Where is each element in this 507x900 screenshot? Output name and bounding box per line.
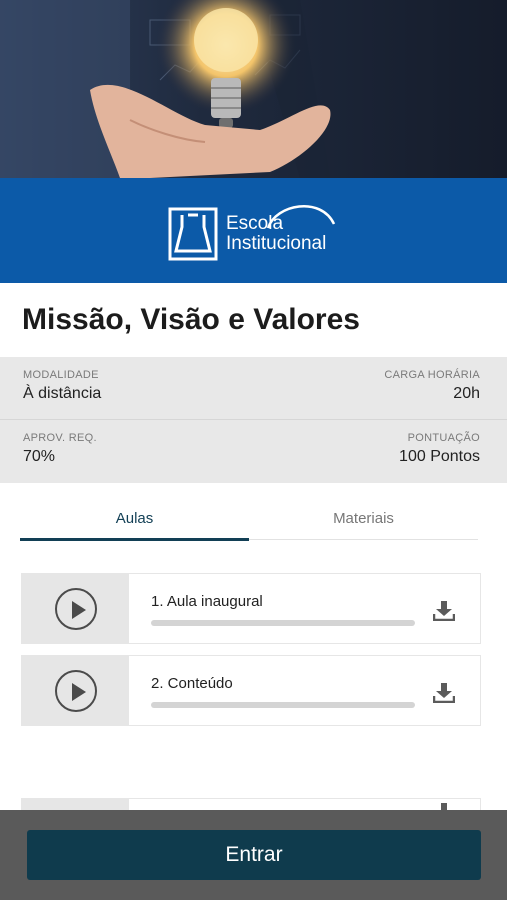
footer-bar: Entrar <box>0 810 507 900</box>
course-banner: Escola Institucional <box>0 0 507 283</box>
info-carga-horaria: CARGA HORÁRIA 20h <box>384 369 480 403</box>
enter-button[interactable]: Entrar <box>27 830 481 880</box>
lesson-thumbnail[interactable] <box>22 656 129 725</box>
tab-bar: Aulas Materiais <box>20 500 478 541</box>
info-value: À distância <box>23 385 102 402</box>
play-icon[interactable] <box>54 587 97 630</box>
info-label: CARGA HORÁRIA <box>384 369 480 381</box>
lesson-progress-bar <box>151 620 415 626</box>
info-value: 100 Pontos <box>399 448 480 465</box>
lesson-progress-bar <box>151 702 415 708</box>
download-icon[interactable] <box>433 601 455 621</box>
course-title: Missão, Visão e Valores <box>22 303 360 336</box>
info-row: APROV. REQ. 70% PONTUAÇÃO 100 Pontos <box>0 420 507 483</box>
lesson-item[interactable]: 2. Conteúdo <box>21 655 481 726</box>
banner-photo <box>0 0 507 178</box>
info-modalidade: MODALIDADE À distância <box>23 369 101 403</box>
lesson-thumbnail[interactable] <box>22 574 129 643</box>
info-label: PONTUAÇÃO <box>407 432 480 444</box>
lesson-title: 1. Aula inaugural <box>151 593 263 610</box>
logo-arc-icon <box>266 205 336 229</box>
download-icon[interactable] <box>433 683 455 703</box>
brand-line-2: Institucional <box>226 233 327 254</box>
logo-flask-icon <box>168 207 218 261</box>
info-pontuacao: PONTUAÇÃO 100 Pontos <box>399 432 480 466</box>
school-logo: Escola Institucional <box>168 205 336 261</box>
info-label: APROV. REQ. <box>23 432 97 444</box>
active-tab-indicator <box>20 538 249 541</box>
play-icon[interactable] <box>54 669 97 712</box>
info-label: MODALIDADE <box>23 369 99 381</box>
lesson-item[interactable]: 1. Aula inaugural <box>21 573 481 644</box>
lesson-title: 2. Conteúdo <box>151 675 233 692</box>
info-aprov-req: APROV. REQ. 70% <box>23 432 97 466</box>
course-info-panel: MODALIDADE À distância CARGA HORÁRIA 20h… <box>0 357 507 483</box>
info-value: 70% <box>23 448 56 465</box>
tab-materiais[interactable]: Materiais <box>249 500 478 540</box>
info-row: MODALIDADE À distância CARGA HORÁRIA 20h <box>0 357 507 420</box>
tab-aulas[interactable]: Aulas <box>20 500 249 540</box>
info-value: 20h <box>453 385 480 402</box>
